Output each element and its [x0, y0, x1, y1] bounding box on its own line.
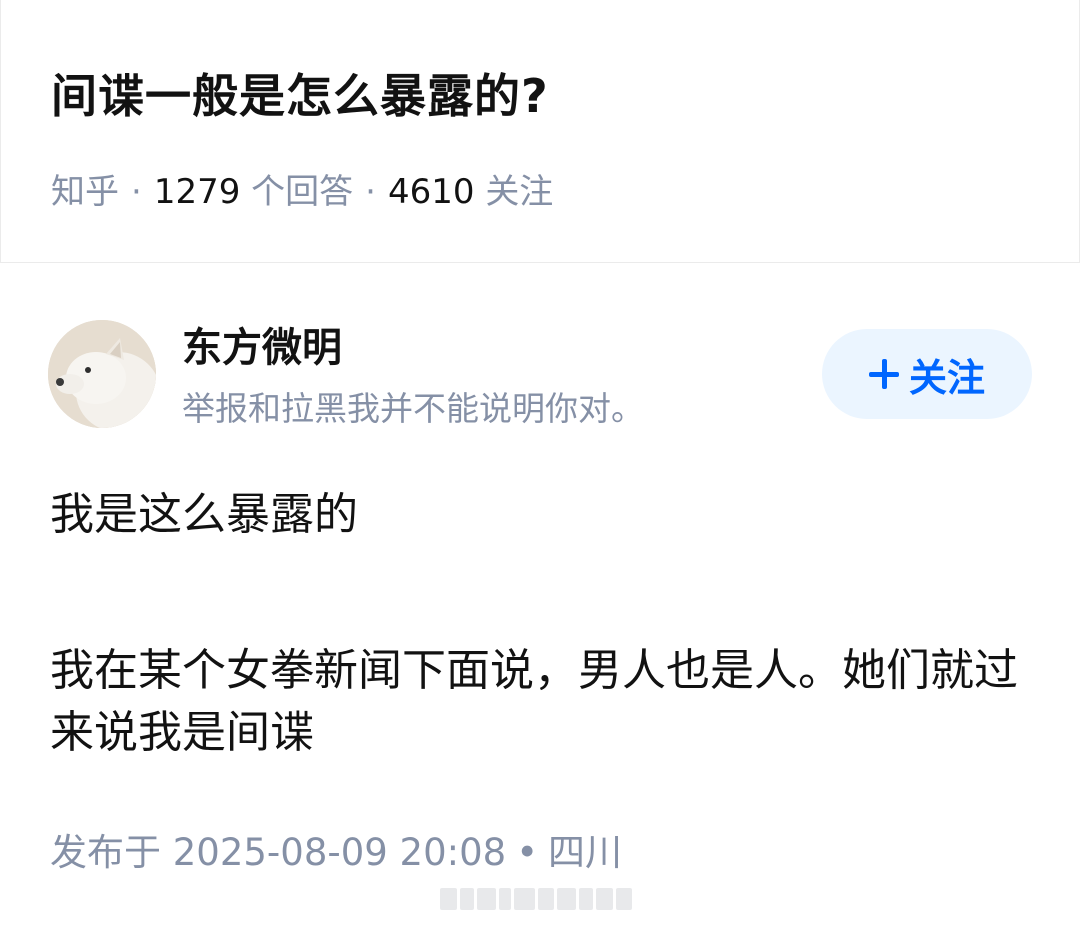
dog-avatar-image [48, 320, 156, 428]
publish-location: 四川 [548, 831, 623, 874]
question-card: 间谍一般是怎么暴露的? 知乎 · 1279 个回答 · 4610 关注 [0, 0, 1080, 263]
plus-icon [868, 359, 899, 389]
author-name[interactable]: 东方微明 [182, 320, 342, 376]
follow-button[interactable]: 关注 [822, 329, 1032, 419]
publish-info: 发布于 2025-08-09 20:08 • 四川 [50, 826, 622, 880]
question-title[interactable]: 间谍一般是怎么暴露的? [51, 58, 549, 134]
answer-paragraph: 我是这么暴露的 [50, 489, 358, 540]
question-meta: 知乎 · 1279 个回答 · 4610 关注 [51, 166, 553, 218]
follow-button-label: 关注 [908, 355, 985, 400]
answer-count-label: 个回答 [251, 172, 354, 212]
author-bio: 举报和拉黑我并不能说明你对。 [182, 389, 644, 428]
published-prefix: 发布于 [50, 831, 161, 874]
meta-dot: · [365, 172, 376, 212]
published-time: 2025-08-09 20:08 [172, 831, 507, 874]
publish-separator: • [516, 831, 539, 874]
answer-count: 1279 [153, 172, 241, 212]
answer-paragraph: 我在某个女拳新闻下面说，男人也是人。她们就过来说我是间谍 [50, 645, 1018, 758]
source-label[interactable]: 知乎 [51, 172, 119, 212]
watermark [440, 884, 632, 914]
meta-dot: · [131, 172, 142, 212]
avatar[interactable] [48, 320, 156, 428]
follow-count-label: 关注 [485, 172, 554, 212]
follow-count: 4610 [387, 172, 475, 212]
